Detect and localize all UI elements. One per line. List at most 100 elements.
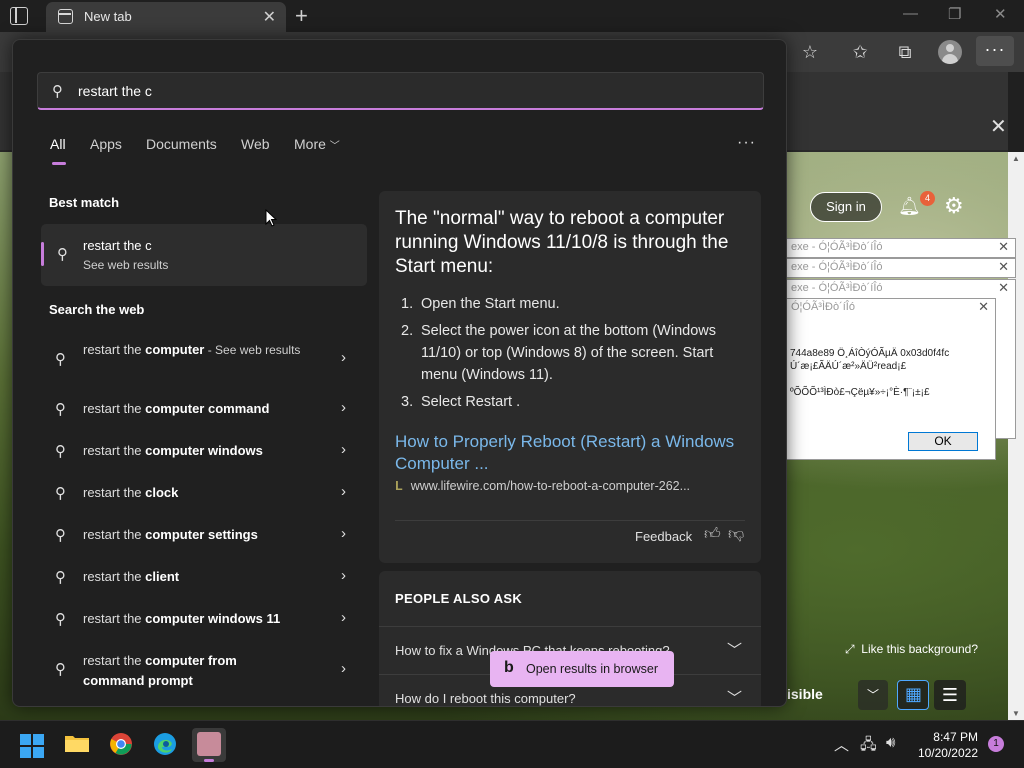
thumbs-down-icon[interactable]: 👎︎: [728, 525, 744, 544]
chevron-down-icon: ﹀: [727, 642, 743, 659]
list-item[interactable]: ⚲ restart the computer settings ›: [41, 516, 367, 556]
dialog-close-icon[interactable]: ✕: [998, 259, 1009, 275]
list-item[interactable]: ⚲ restart the clock ›: [41, 474, 367, 514]
answer-heading: The "normal" way to reboot a computer ru…: [395, 208, 729, 277]
chevron-right-icon: ›: [341, 660, 346, 677]
search-icon: ⚲: [55, 569, 66, 586]
grid-layout-button[interactable]: [897, 680, 929, 710]
close-window-icon[interactable]: ✕: [994, 5, 1007, 23]
notification-bell-icon[interactable]: 🔔︎: [898, 196, 921, 218]
search-icon: ⚲: [55, 401, 66, 418]
chevron-down-icon: ﹀: [329, 141, 340, 152]
dialog-title: exe - Ó¦ÓÃ³ÌÐò´íÎó: [791, 261, 883, 273]
sign-in-button[interactable]: Sign in: [810, 192, 882, 222]
people-also-ask-heading: PEOPLE ALSO ASK: [395, 591, 523, 606]
gear-icon[interactable]: ⚙: [944, 193, 964, 219]
clock-time: 8:47 PM: [933, 730, 978, 744]
search-icon: ⚲: [55, 485, 66, 502]
error-dialog-2[interactable]: exe - Ó¦ÓÃ³ÌÐò´íÎó ✕: [786, 258, 1016, 278]
dialog-message: 744a8e89 Ö¸ÁîÒýÓÃµÄ 0x03d0f4fc: [790, 348, 950, 359]
open-results-in-browser-button[interactable]: b Open results in browser: [490, 651, 674, 687]
source-link[interactable]: How to Properly Reboot (Restart) a Windo…: [395, 431, 745, 475]
visible-label: isible: [787, 686, 823, 702]
notification-badge: 4: [920, 191, 935, 206]
best-match-heading: Best match: [49, 195, 120, 210]
tab-more[interactable]: More ﹀: [294, 136, 340, 152]
step-item: 2. Select the power icon at the bottom (W…: [401, 323, 716, 383]
chevron-right-icon: ›: [341, 567, 346, 584]
start-search-panel: ⚲ All Apps Documents Web More ﹀ ··· Best…: [12, 39, 787, 707]
best-match-subtitle: See web results: [83, 258, 169, 272]
feedback-label: Feedback: [635, 529, 693, 544]
list-item[interactable]: ⚲ restart the computer - See web results…: [41, 336, 367, 382]
more-options-icon[interactable]: ···: [737, 134, 756, 152]
list-layout-button[interactable]: ☰: [934, 680, 966, 710]
file-explorer-icon[interactable]: [64, 733, 90, 753]
site-favicon-icon: 𝐋: [395, 479, 403, 493]
tab-all[interactable]: All: [50, 136, 66, 165]
windows-start-icon[interactable]: [20, 734, 44, 758]
edge-icon[interactable]: [153, 732, 177, 756]
taskbar-clock[interactable]: 8:47 PM 10/20/2022: [914, 729, 978, 761]
list-item[interactable]: ⚲ restart the computer from command prom…: [41, 646, 367, 696]
add-favorite-icon[interactable]: ☆: [798, 40, 822, 64]
list-item[interactable]: ⚲ restart the computer command ›: [41, 390, 367, 430]
page-icon: [58, 9, 73, 24]
source-url[interactable]: 𝐋www.lifewire.com/how-to-reboot-a-comput…: [395, 479, 745, 494]
chevron-right-icon: ›: [341, 609, 346, 626]
network-icon[interactable]: 🖧: [860, 734, 877, 759]
search-icon: ⚲: [55, 351, 66, 368]
dialog-close-icon[interactable]: ✕: [998, 280, 1009, 296]
best-match-title: restart the c: [83, 238, 152, 253]
search-box[interactable]: ⚲: [37, 72, 764, 110]
chevron-right-icon: ›: [341, 349, 346, 366]
tab-actions-icon[interactable]: [10, 7, 28, 25]
like-background-link[interactable]: ⤢ Like this background?: [845, 642, 978, 657]
close-panel-icon[interactable]: ✕: [990, 114, 1007, 139]
list-item[interactable]: ⚲ restart the client ›: [41, 558, 367, 598]
best-match-item[interactable]: ⚲ restart the c See web results: [41, 224, 367, 286]
error-dialog-1[interactable]: exe - Ó¦ÓÃ³ÌÐò´íÎó ✕: [786, 238, 1016, 258]
tab-web[interactable]: Web: [241, 136, 270, 152]
dialog-close-icon[interactable]: ✕: [998, 239, 1009, 255]
list-item[interactable]: ⚲ restart the computer windows 11 ›: [41, 600, 367, 640]
restore-icon[interactable]: ❐: [948, 5, 961, 23]
mouse-cursor-icon: [265, 208, 278, 232]
step-item: 1. Open the Start menu.: [401, 296, 560, 312]
tab-close-icon[interactable]: ✕: [263, 7, 276, 27]
chevron-down-icon[interactable]: ﹀: [858, 680, 888, 710]
taskbar-app-active[interactable]: [192, 728, 226, 762]
dialog-title: exe - Ó¦ÓÃ³ÌÐò´íÎó: [791, 241, 883, 253]
profile-avatar[interactable]: [938, 40, 962, 64]
search-icon: ⚲: [57, 246, 68, 263]
notification-center-badge[interactable]: 1: [988, 736, 1004, 752]
dialog-message: ºÕÕÕ¹³ÌÐò£¬Çëµ¥»÷¡°È·¶¨¡±¡£: [790, 387, 930, 398]
minimize-icon[interactable]: —: [903, 5, 918, 22]
expand-icon: ⤢: [845, 642, 855, 656]
list-item[interactable]: ⚲ restart the computer windows ›: [41, 432, 367, 472]
dialog-close-icon[interactable]: ✕: [978, 299, 989, 315]
browser-tab-bar: New tab ✕ + — ❐ ✕: [0, 0, 1024, 32]
thumbs-up-icon[interactable]: 👍︎: [704, 525, 721, 544]
dialog-ok-button[interactable]: OK: [908, 432, 978, 451]
search-input[interactable]: [78, 81, 738, 101]
tab-new-tab[interactable]: New tab ✕: [46, 2, 286, 32]
dialog-title: exe - Ó¦ÓÃ³ÌÐò´íÎó: [791, 282, 883, 294]
chevron-right-icon: ›: [341, 525, 346, 542]
answer-steps: 1. Open the Start menu. 2. Select the powe…: [395, 293, 745, 418]
search-web-heading: Search the web: [49, 302, 145, 317]
settings-more-icon[interactable]: ···: [976, 36, 1014, 66]
tab-apps[interactable]: Apps: [90, 136, 122, 152]
tab-documents[interactable]: Documents: [146, 136, 217, 152]
app-avatar-icon: [197, 732, 221, 756]
dialog-title: Ó¦ÓÃ³ÌÐò´íÎó: [791, 301, 855, 313]
volume-icon[interactable]: 🔊︎: [886, 734, 895, 751]
chrome-icon[interactable]: [109, 732, 133, 756]
chevron-up-icon[interactable]: ︿: [834, 734, 849, 755]
search-icon: ⚲: [55, 527, 66, 544]
new-tab-icon[interactable]: +: [295, 3, 308, 29]
search-icon: ⚲: [55, 611, 66, 628]
collections-icon[interactable]: ⧉: [893, 40, 917, 64]
favorites-icon[interactable]: ✩: [848, 40, 872, 64]
search-icon: ⚲: [52, 83, 63, 100]
